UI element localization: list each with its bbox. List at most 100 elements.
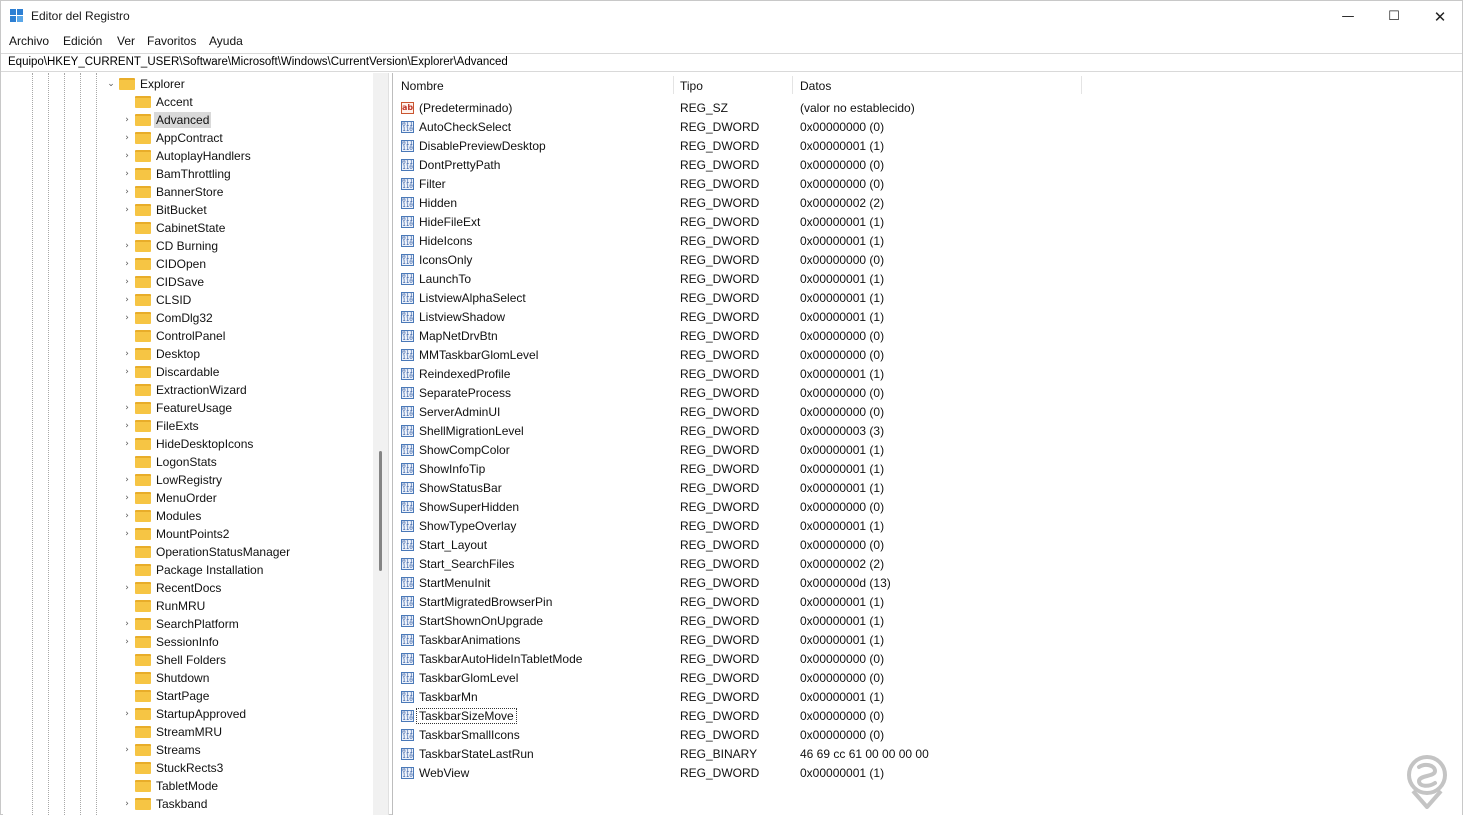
tree-node[interactable]: › LowRegistry bbox=[3, 471, 373, 489]
tree-node[interactable]: › BamThrottling bbox=[3, 165, 373, 183]
value-row[interactable]: 011 110 HideIcons REG_DWORD 0x00000001 (1) bbox=[393, 232, 1393, 251]
tree-node[interactable]: LogonStats bbox=[3, 453, 373, 471]
value-row[interactable]: 011 110 MapNetDrvBtn REG_DWORD 0x00000000 (… bbox=[393, 327, 1393, 346]
key-tree[interactable]: ⌄ Explorer Accent › Advanced › AppContract › A… bbox=[3, 73, 389, 815]
tree-node[interactable]: › CIDOpen bbox=[3, 255, 373, 273]
chevron-right-icon[interactable]: › bbox=[123, 240, 131, 252]
value-row[interactable]: 011 110 ShowTypeOverlay REG_DWORD 0x0000000… bbox=[393, 517, 1393, 536]
value-row[interactable]: 011 110 ShowStatusBar REG_DWORD 0x00000001 … bbox=[393, 479, 1393, 498]
tree-node-label[interactable]: Modules bbox=[154, 508, 203, 524]
value-name[interactable]: AutoCheckSelect bbox=[417, 120, 513, 134]
tree-node-label[interactable]: MountPoints2 bbox=[154, 526, 231, 542]
tree-node-label[interactable]: RecentDocs bbox=[154, 580, 223, 596]
value-name[interactable]: TaskbarStateLastRun bbox=[417, 747, 536, 761]
value-name[interactable]: TaskbarMn bbox=[417, 690, 480, 704]
value-row[interactable]: 011 110 DontPrettyPath REG_DWORD 0x00000000… bbox=[393, 156, 1393, 175]
tree-node[interactable]: › Streams bbox=[3, 741, 373, 759]
chevron-down-icon[interactable]: ⌄ bbox=[107, 78, 115, 90]
value-name[interactable]: ShowSuperHidden bbox=[417, 500, 521, 514]
value-row[interactable]: 011 110 TaskbarAnimations REG_DWORD 0x00000… bbox=[393, 631, 1393, 650]
value-name[interactable]: HideFileExt bbox=[417, 215, 482, 229]
chevron-right-icon[interactable]: › bbox=[123, 204, 131, 216]
chevron-right-icon[interactable]: › bbox=[123, 744, 131, 756]
value-name[interactable]: ReindexedProfile bbox=[417, 367, 512, 381]
value-row[interactable]: 011 110 MMTaskbarGlomLevel REG_DWORD 0x0000… bbox=[393, 346, 1393, 365]
values-list[interactable]: Nombre Tipo Datos ab (Predeterminado) REG_… bbox=[392, 73, 1462, 815]
value-row[interactable]: 011 110 ShellMigrationLevel REG_DWORD 0x000… bbox=[393, 422, 1393, 441]
menu-ayuda[interactable]: Ayuda bbox=[209, 34, 243, 48]
chevron-right-icon[interactable]: › bbox=[123, 420, 131, 432]
value-name[interactable]: ListviewAlphaSelect bbox=[417, 291, 528, 305]
tree-node-label[interactable]: MenuOrder bbox=[154, 490, 219, 506]
column-header-data[interactable]: Datos bbox=[800, 79, 831, 93]
value-row[interactable]: 011 110 ListviewAlphaSelect REG_DWORD 0x000… bbox=[393, 289, 1393, 308]
tree-node[interactable]: TabletMode bbox=[3, 777, 373, 795]
tree-node[interactable]: Accent bbox=[3, 93, 373, 111]
tree-node-label[interactable]: StreamMRU bbox=[154, 724, 224, 740]
value-row[interactable]: 011 110 Start_Layout REG_DWORD 0x00000000 (… bbox=[393, 536, 1393, 555]
value-name[interactable]: Start_SearchFiles bbox=[417, 557, 516, 571]
chevron-right-icon[interactable]: › bbox=[123, 492, 131, 504]
tree-node-label[interactable]: SearchPlatform bbox=[154, 616, 241, 632]
tree-node[interactable]: › SessionInfo bbox=[3, 633, 373, 651]
tree-node[interactable]: › FileExts bbox=[3, 417, 373, 435]
tree-node[interactable]: › MountPoints2 bbox=[3, 525, 373, 543]
value-name[interactable]: Hidden bbox=[417, 196, 459, 210]
maximize-button[interactable]: ☐ bbox=[1371, 1, 1417, 32]
tree-node[interactable]: ExtractionWizard bbox=[3, 381, 373, 399]
column-header-name[interactable]: Nombre bbox=[401, 79, 444, 93]
value-name[interactable]: StartShownOnUpgrade bbox=[417, 614, 545, 628]
tree-node[interactable]: › ComDlg32 bbox=[3, 309, 373, 327]
tree-node-label[interactable]: Desktop bbox=[154, 346, 202, 362]
value-name[interactable]: MapNetDrvBtn bbox=[417, 329, 500, 343]
value-name[interactable]: (Predeterminado) bbox=[417, 101, 514, 115]
tree-node[interactable]: › Taskband bbox=[3, 795, 373, 813]
tree-scrollbar-thumb[interactable] bbox=[379, 451, 382, 571]
tree-node-label[interactable]: Discardable bbox=[154, 364, 221, 380]
value-name[interactable]: WebView bbox=[417, 766, 471, 780]
tree-node-label[interactable]: BannerStore bbox=[154, 184, 225, 200]
value-row[interactable]: 011 110 TaskbarStateLastRun REG_BINARY 46 6… bbox=[393, 745, 1393, 764]
chevron-right-icon[interactable]: › bbox=[123, 438, 131, 450]
tree-node[interactable]: StuckRects3 bbox=[3, 759, 373, 777]
tree-node[interactable]: › BannerStore bbox=[3, 183, 373, 201]
value-name[interactable]: DontPrettyPath bbox=[417, 158, 502, 172]
tree-node-label[interactable]: FileExts bbox=[154, 418, 201, 434]
value-name[interactable]: TaskbarAutoHideInTabletMode bbox=[417, 652, 584, 666]
value-row[interactable]: 011 110 StartShownOnUpgrade REG_DWORD 0x000… bbox=[393, 612, 1393, 631]
tree-node-label[interactable]: ExtractionWizard bbox=[154, 382, 249, 398]
value-name[interactable]: LaunchTo bbox=[417, 272, 473, 286]
tree-node[interactable]: › Desktop bbox=[3, 345, 373, 363]
value-name[interactable]: TaskbarGlomLevel bbox=[417, 671, 520, 685]
value-row[interactable]: ab (Predeterminado) REG_SZ (valor no establ… bbox=[393, 99, 1393, 118]
column-divider[interactable] bbox=[1081, 76, 1082, 94]
chevron-right-icon[interactable]: › bbox=[123, 258, 131, 270]
tree-node[interactable]: OperationStatusManager bbox=[3, 543, 373, 561]
value-row[interactable]: 011 110 ServerAdminUI REG_DWORD 0x00000000 … bbox=[393, 403, 1393, 422]
chevron-right-icon[interactable]: › bbox=[123, 132, 131, 144]
chevron-right-icon[interactable]: › bbox=[123, 582, 131, 594]
tree-node[interactable]: › BitBucket bbox=[3, 201, 373, 219]
tree-node-label[interactable]: Shutdown bbox=[154, 670, 211, 686]
value-name[interactable]: ServerAdminUI bbox=[417, 405, 502, 419]
tree-node[interactable]: CabinetState bbox=[3, 219, 373, 237]
tree-node-label[interactable]: RunMRU bbox=[154, 598, 207, 614]
tree-node-label[interactable]: FeatureUsage bbox=[154, 400, 234, 416]
chevron-right-icon[interactable]: › bbox=[123, 312, 131, 324]
value-row[interactable]: 011 110 DisablePreviewDesktop REG_DWORD 0x0… bbox=[393, 137, 1393, 156]
value-row[interactable]: 011 110 TaskbarSizeMove REG_DWORD 0x0000000… bbox=[393, 707, 1393, 726]
chevron-right-icon[interactable]: › bbox=[123, 618, 131, 630]
tree-node-label[interactable]: Explorer bbox=[138, 76, 187, 92]
tree-node-label[interactable]: StartupApproved bbox=[154, 706, 248, 722]
value-name[interactable]: ShowStatusBar bbox=[417, 481, 504, 495]
tree-node-label[interactable]: CIDOpen bbox=[154, 256, 208, 272]
value-name[interactable]: HideIcons bbox=[417, 234, 474, 248]
value-row[interactable]: 011 110 ShowSuperHidden REG_DWORD 0x0000000… bbox=[393, 498, 1393, 517]
value-row[interactable]: 011 110 ListviewShadow REG_DWORD 0x00000001… bbox=[393, 308, 1393, 327]
close-button[interactable]: ✕ bbox=[1417, 1, 1463, 32]
value-row[interactable]: 011 110 Hidden REG_DWORD 0x00000002 (2) bbox=[393, 194, 1393, 213]
tree-node-label[interactable]: LowRegistry bbox=[154, 472, 224, 488]
value-name[interactable]: Start_Layout bbox=[417, 538, 489, 552]
chevron-right-icon[interactable]: › bbox=[123, 150, 131, 162]
value-row[interactable]: 011 110 HideFileExt REG_DWORD 0x00000001 (1… bbox=[393, 213, 1393, 232]
